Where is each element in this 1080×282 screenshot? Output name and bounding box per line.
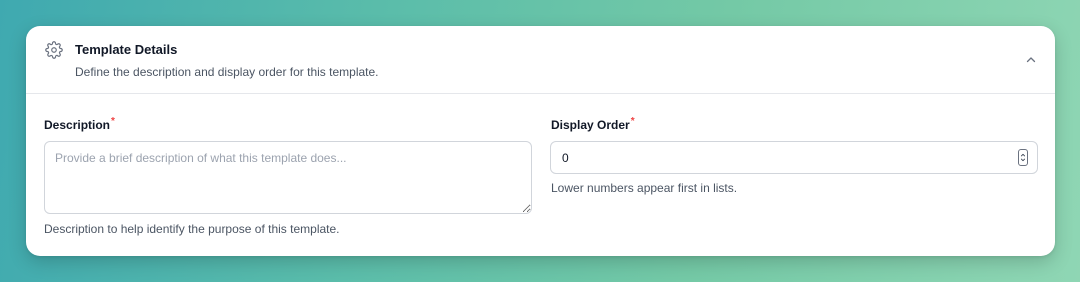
- description-textarea[interactable]: [44, 141, 532, 214]
- card-subtitle: Define the description and display order…: [75, 65, 379, 79]
- display-order-help-text: Lower numbers appear first in lists.: [551, 181, 738, 195]
- description-label: Description*: [44, 116, 115, 132]
- display-order-input[interactable]: 0: [550, 141, 1038, 174]
- template-details-card: Template Details Define the description …: [26, 26, 1055, 256]
- required-marker: *: [630, 116, 635, 127]
- required-marker: *: [111, 116, 115, 127]
- gear-icon: [45, 41, 63, 59]
- chevron-up-icon[interactable]: [1025, 54, 1037, 66]
- description-label-text: Description: [44, 118, 111, 132]
- display-order-label-text: Display Order: [551, 118, 630, 132]
- spinner-arrows-icon[interactable]: [1018, 149, 1028, 166]
- card-header[interactable]: Template Details Define the description …: [26, 26, 1055, 94]
- display-order-label: Display Order*: [551, 116, 635, 132]
- description-help-text: Description to help identify the purpose…: [44, 222, 340, 236]
- display-order-value: 0: [562, 151, 569, 165]
- card-title: Template Details: [75, 42, 178, 57]
